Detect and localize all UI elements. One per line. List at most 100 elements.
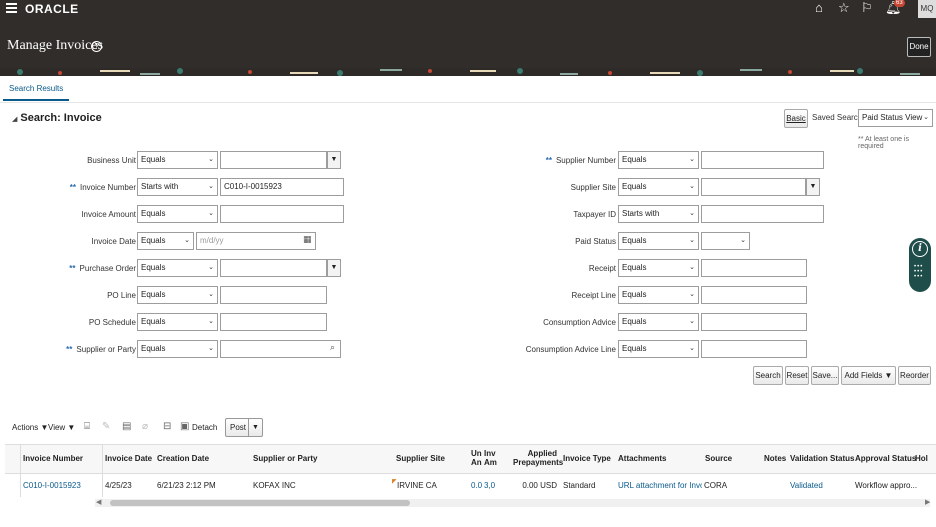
done-button[interactable]: Done (907, 37, 931, 57)
calendar-icon[interactable]: ▦ (303, 234, 312, 245)
tab-search-results[interactable]: Search Results (3, 81, 70, 101)
chevron-down-icon: ⌄ (208, 291, 214, 298)
chevron-down-icon[interactable]: ▼ (252, 419, 259, 436)
query-by-example-icon[interactable]: ⌸ (84, 421, 90, 432)
favorites-star-icon[interactable]: ☆ (838, 1, 850, 15)
scrollbar-thumb[interactable] (110, 500, 410, 506)
actions-menu[interactable]: Actions ▼ (12, 423, 48, 432)
attachment-paperclip-icon[interactable]: ⌀ (142, 421, 148, 432)
column-invoice-date[interactable]: Invoice Date (105, 454, 152, 463)
search-panel-header[interactable]: ◢ Search: Invoice (12, 112, 102, 124)
consumption-advice-input[interactable] (701, 313, 807, 331)
supplier-number-operator[interactable]: Equals ⌄ (618, 151, 699, 169)
chevron-down-icon: ⌄ (184, 237, 190, 244)
search-icon[interactable]: ⌕ (330, 342, 335, 353)
edit-pencil-icon[interactable]: ✎ (102, 421, 110, 432)
scroll-left-icon[interactable]: ◀ (96, 498, 101, 506)
invoice-amount-input[interactable] (220, 205, 344, 223)
info-icon[interactable]: i (912, 241, 928, 257)
invoice-date-operator[interactable]: Equals ⌄ (137, 232, 194, 250)
supplier-site-input[interactable] (701, 178, 806, 196)
consumption-advice-line-operator[interactable]: Equals ⌄ (618, 340, 699, 358)
invoice-number-operator[interactable]: Starts with ⌄ (137, 178, 218, 196)
column-invoice-amount[interactable]: Inv Am (484, 449, 497, 467)
invoice-amount-cell[interactable]: 3,0 (484, 481, 495, 490)
invoice-number-link[interactable]: C010-I-0015923 (23, 481, 81, 490)
purchase-order-operator[interactable]: Equals ⌄ (137, 259, 218, 277)
help-icon[interactable]: ? (91, 41, 102, 52)
po-schedule-operator[interactable]: Equals ⌄ (137, 313, 218, 331)
business-unit-operator[interactable]: Equals ⌄ (137, 151, 218, 169)
po-schedule-input[interactable] (220, 313, 327, 331)
taxpayer-id-operator[interactable]: Starts with ⌄ (618, 205, 699, 223)
collapse-triangle-icon[interactable]: ◢ (12, 116, 17, 123)
column-unpaid-amount[interactable]: Un An (471, 449, 482, 467)
detach-icon[interactable]: ▣ (180, 421, 189, 432)
paid-status-operator[interactable]: Equals ⌄ (618, 232, 699, 250)
reorder-button[interactable]: Reorder (898, 366, 931, 385)
grid-dots-icon[interactable]: ••• ••• ••• (914, 264, 926, 280)
column-supplier-site[interactable]: Supplier Site (396, 454, 445, 463)
basic-button[interactable]: Basic (784, 109, 808, 128)
unpaid-amount-cell[interactable]: 0.0 (471, 481, 482, 490)
home-icon[interactable]: ⌂ (815, 1, 823, 15)
purchase-order-input[interactable] (220, 259, 327, 277)
column-hold[interactable]: Hol (915, 454, 928, 463)
column-applied-prepayments[interactable]: Applied Prepayments (513, 449, 563, 467)
column-attachments[interactable]: Attachments (618, 454, 666, 463)
dropdown-arrow-icon[interactable]: ▼ (327, 259, 341, 277)
invoice-amount-operator[interactable]: Equals ⌄ (137, 205, 218, 223)
required-marker: ** (69, 264, 76, 273)
export-icon[interactable]: ▤ (122, 421, 131, 432)
column-approval-status[interactable]: Approval Status (855, 454, 916, 463)
supplier-or-party-operator[interactable]: Equals ⌄ (137, 340, 218, 358)
freeze-icon[interactable]: ⊟ (163, 421, 171, 432)
chevron-down-icon: ⌄ (689, 318, 695, 325)
post-button[interactable]: Post ▼ (225, 418, 263, 437)
dropdown-arrow-icon[interactable]: ▼ (327, 151, 341, 169)
validation-status-link[interactable]: Validated (790, 481, 823, 490)
supplier-cell: KOFAX INC (253, 481, 296, 490)
supplier-or-party-input[interactable] (220, 340, 341, 358)
receipt-line-input[interactable] (701, 286, 807, 304)
column-supplier-or-party[interactable]: Supplier or Party (253, 454, 317, 463)
search-button[interactable]: Search (753, 366, 783, 385)
receipt-input[interactable] (701, 259, 807, 277)
column-invoice-number[interactable]: Invoice Number (23, 454, 83, 463)
scroll-right-icon[interactable]: ▶ (925, 498, 930, 506)
supplier-site-operator[interactable]: Equals ⌄ (618, 178, 699, 196)
receipt-operator[interactable]: Equals ⌄ (618, 259, 699, 277)
po-line-input[interactable] (220, 286, 327, 304)
supplier-number-input[interactable] (701, 151, 824, 169)
flag-icon[interactable]: ⚐ (861, 1, 873, 15)
attachment-link[interactable]: URL attachment for Invoice C (618, 481, 702, 490)
paid-status-select[interactable]: ⌄ (701, 232, 750, 250)
search-panel-title: Search: Invoice (20, 112, 102, 124)
reset-button[interactable]: Reset (785, 366, 809, 385)
save-button[interactable]: Save... (811, 366, 839, 385)
column-invoice-type[interactable]: Invoice Type (563, 454, 611, 463)
receipt-line-operator[interactable]: Equals ⌄ (618, 286, 699, 304)
saved-search-select[interactable]: Paid Status View ⌄ (858, 109, 933, 127)
required-marker: ** (66, 345, 73, 354)
consumption-advice-operator[interactable]: Equals ⌄ (618, 313, 699, 331)
column-source[interactable]: Source (705, 454, 732, 463)
navigator-menu-icon[interactable] (6, 3, 17, 14)
help-widget[interactable]: i ••• ••• ••• (909, 238, 931, 292)
add-fields-button[interactable]: Add Fields ▼ (841, 366, 896, 385)
dropdown-arrow-icon[interactable]: ▼ (806, 178, 820, 196)
column-notes[interactable]: Notes (764, 454, 786, 463)
business-unit-input[interactable] (220, 151, 327, 169)
oracle-logo[interactable]: ORACLE (25, 2, 79, 16)
invoice-number-input[interactable]: C010-I-0015923 (220, 178, 344, 196)
consumption-advice-line-input[interactable] (701, 340, 807, 358)
column-validation-status[interactable]: Validation Status (790, 454, 854, 463)
user-avatar[interactable]: MQ (918, 0, 936, 18)
invoice-date-input[interactable]: m/d/yy (196, 232, 316, 250)
po-line-operator[interactable]: Equals ⌄ (137, 286, 218, 304)
view-menu[interactable]: View ▼ (48, 423, 75, 432)
chevron-down-icon: ⌄ (689, 183, 695, 190)
detach-button[interactable]: Detach (192, 423, 217, 432)
taxpayer-id-input[interactable] (701, 205, 824, 223)
column-creation-date[interactable]: Creation Date (157, 454, 209, 463)
